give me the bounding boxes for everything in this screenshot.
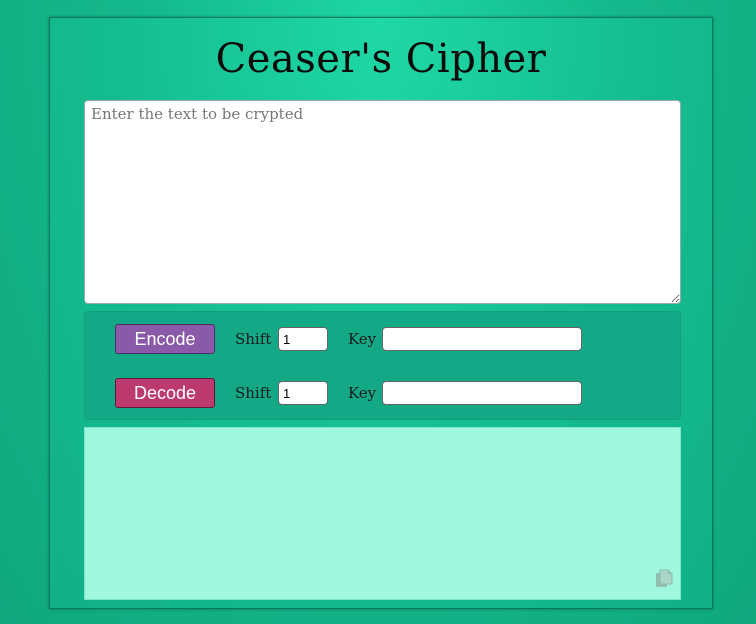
plaintext-input[interactable] <box>84 100 681 304</box>
decode-key-input[interactable] <box>382 381 582 405</box>
decode-key-label: Key <box>348 384 377 402</box>
page-title: Ceaser's Cipher <box>215 36 547 82</box>
encode-key-input[interactable] <box>382 327 582 351</box>
encode-button[interactable]: Encode <box>115 324 215 354</box>
decode-shift-label: Shift <box>235 384 272 402</box>
copy-icon[interactable] <box>655 569 673 589</box>
encode-row: Encode Shift Key <box>85 324 680 354</box>
decode-row: Decode Shift Key <box>85 378 680 408</box>
cipher-panel: Ceaser's Cipher Encode Shift Key Decode … <box>49 17 713 609</box>
encode-key-label: Key <box>348 330 377 348</box>
encode-shift-input[interactable] <box>278 327 328 351</box>
decode-button[interactable]: Decode <box>115 378 215 408</box>
cipher-controls: Encode Shift Key Decode Shift Key <box>84 311 681 420</box>
output-area <box>84 427 681 600</box>
encode-shift-label: Shift <box>235 330 272 348</box>
decode-shift-input[interactable] <box>278 381 328 405</box>
